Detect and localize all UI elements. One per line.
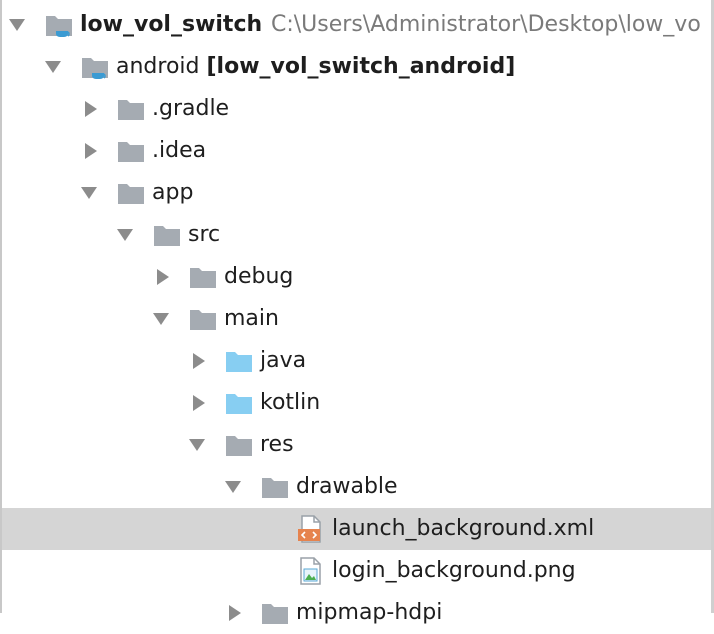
tree-row-login-background-png[interactable]: login_background.png xyxy=(2,550,711,592)
folder-icon xyxy=(116,95,146,123)
folder-icon xyxy=(260,599,290,627)
expand-arrow-icon[interactable] xyxy=(224,479,242,495)
expand-arrow-icon[interactable] xyxy=(80,185,98,201)
folder-icon xyxy=(116,179,146,207)
tree-row-app[interactable]: app xyxy=(2,172,711,214)
module-project-name: [low_vol_switch_android] xyxy=(206,54,516,79)
tree-row-main[interactable]: main xyxy=(2,298,711,340)
tree-row-label: launch_background.xml xyxy=(332,516,595,541)
expand-arrow-icon[interactable] xyxy=(8,17,26,33)
tree-row-drawable[interactable]: drawable xyxy=(2,466,711,508)
module-path-text: C:\Users\Administrator\Desktop\low_vo xyxy=(271,12,701,37)
tree-row-label: kotlin xyxy=(260,390,321,415)
tree-row-label: src xyxy=(188,222,221,247)
expand-arrow-icon[interactable] xyxy=(188,437,206,453)
tree-row-res[interactable]: res xyxy=(2,424,711,466)
folder-icon xyxy=(116,137,146,165)
collapse-arrow-icon[interactable] xyxy=(154,269,172,285)
collapse-arrow-icon[interactable] xyxy=(82,101,100,117)
tree-row-launch-background-xml[interactable]: launch_background.xml xyxy=(2,508,711,550)
tree-row-mipmap-hdpi[interactable]: mipmap-hdpi xyxy=(2,592,711,634)
module-folder-icon xyxy=(80,53,110,81)
collapse-arrow-icon[interactable] xyxy=(190,353,208,369)
folder-icon xyxy=(188,263,218,291)
tree-row-kotlin[interactable]: kotlin xyxy=(2,382,711,424)
module-folder-icon xyxy=(44,11,74,39)
folder-icon xyxy=(152,221,182,249)
source-folder-icon xyxy=(224,389,254,417)
tree-row-label: main xyxy=(224,306,279,331)
tree-row-java[interactable]: java xyxy=(2,340,711,382)
folder-icon xyxy=(260,473,290,501)
tree-row-label: java xyxy=(260,348,307,373)
tree-row-label: mipmap-hdpi xyxy=(296,600,443,625)
folder-icon xyxy=(188,305,218,333)
collapse-arrow-icon[interactable] xyxy=(82,143,100,159)
tree-row-gradle[interactable]: .gradle xyxy=(2,88,711,130)
collapse-arrow-icon[interactable] xyxy=(190,395,208,411)
tree-row-label: .gradle xyxy=(152,96,230,121)
tree-row-android[interactable]: android [low_vol_switch_android] xyxy=(2,46,711,88)
tree-row-debug[interactable]: debug xyxy=(2,256,711,298)
folder-icon xyxy=(224,431,254,459)
expand-arrow-icon[interactable] xyxy=(116,227,134,243)
image-file-icon xyxy=(296,557,326,585)
tree-row-label: .idea xyxy=(152,138,207,163)
tree-row-label: debug xyxy=(224,264,294,289)
tree-row-label: app xyxy=(152,180,194,205)
collapse-arrow-icon[interactable] xyxy=(226,605,244,621)
tree-row-low-vol-switch[interactable]: low_vol_switch C:\Users\Administrator\De… xyxy=(2,4,711,46)
source-folder-icon xyxy=(224,347,254,375)
tree-row-idea[interactable]: .idea xyxy=(2,130,711,172)
tree-row-label: res xyxy=(260,432,294,457)
tree-row-label: low_vol_switch xyxy=(80,12,263,37)
module-name: android xyxy=(116,54,207,79)
expand-arrow-icon[interactable] xyxy=(152,311,170,327)
tree-row-src[interactable]: src xyxy=(2,214,711,256)
tree-row-label: android [low_vol_switch_android] xyxy=(116,53,515,81)
tree-row-label: login_background.png xyxy=(332,558,576,583)
expand-arrow-icon[interactable] xyxy=(44,59,62,75)
xml-file-icon xyxy=(296,515,326,543)
tree-row-label: drawable xyxy=(296,474,398,499)
